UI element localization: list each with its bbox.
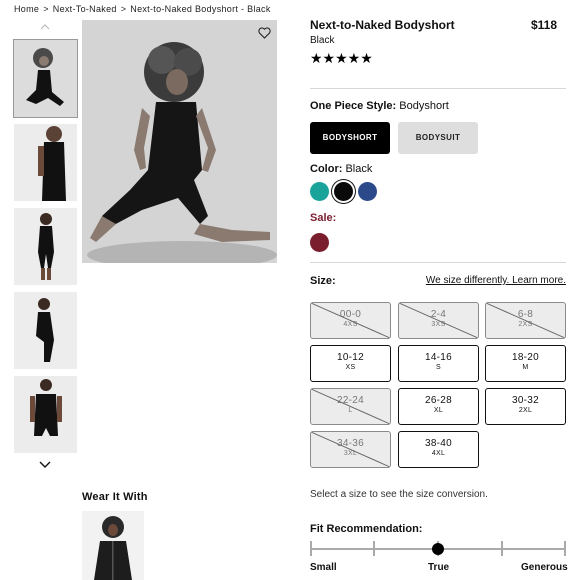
strikethrough-line <box>311 432 390 467</box>
color-value: Black <box>345 163 373 175</box>
thumbnail-1[interactable] <box>13 39 78 118</box>
size-option-number: 14-16 <box>424 352 453 363</box>
sale-label: Sale: <box>310 212 337 224</box>
size-conversion-hint: Select a size to see the size conversion… <box>310 489 488 500</box>
color-swatch-sale-burgundy[interactable] <box>310 233 329 252</box>
fit-scale-tick <box>501 541 503 556</box>
size-option-4xl[interactable]: 38-40 4XL <box>398 431 479 468</box>
breadcrumb-current: Next-to-Naked Bodyshort - Black <box>130 4 271 14</box>
strikethrough-line <box>399 303 478 338</box>
size-guide-link[interactable]: We size differently. Learn more. <box>426 275 566 286</box>
size-option-2xs[interactable]: 6-8 2XS <box>485 302 566 339</box>
style-option-bodysuit[interactable]: BODYSUIT <box>398 122 478 154</box>
size-option-3xs[interactable]: 2-4 3XS <box>398 302 479 339</box>
style-value: Bodyshort <box>399 100 449 112</box>
size-option-code: XS <box>345 364 356 371</box>
color-swatch-teal[interactable] <box>310 182 329 201</box>
style-label: One Piece Style: <box>310 100 397 112</box>
wear-it-with-product-image[interactable] <box>82 511 144 580</box>
size-option-code: 2XL <box>518 407 533 414</box>
thumbnail-3[interactable] <box>14 208 77 285</box>
size-option-code: XL <box>433 407 444 414</box>
fit-label-small: Small <box>310 562 337 573</box>
size-label: Size: <box>310 275 336 287</box>
size-option-number: 10-12 <box>336 352 365 363</box>
fit-recommendation-label: Fit Recommendation: <box>310 523 423 535</box>
breadcrumb: Home > Next-To-Naked > Next-to-Naked Bodysho… <box>14 4 271 14</box>
strikethrough-line <box>311 389 390 424</box>
size-option-l[interactable]: 22-24 L <box>310 388 391 425</box>
size-option-number: 26-28 <box>424 395 453 406</box>
breadcrumb-separator: > <box>43 4 49 14</box>
size-option-code: 4XL <box>431 450 446 457</box>
size-option-2xl[interactable]: 30-32 2XL <box>485 388 566 425</box>
size-option-number: 18-20 <box>511 352 540 363</box>
product-title: Next-to-Naked Bodyshort <box>310 18 455 32</box>
color-label: Color: <box>310 163 343 175</box>
size-option-code: S <box>436 364 441 371</box>
wear-it-with-title: Wear It With <box>82 491 148 503</box>
color-swatch-black[interactable] <box>334 182 353 201</box>
fit-scale-tick <box>373 541 375 556</box>
divider <box>310 262 566 263</box>
size-option-3xl[interactable]: 34-36 3XL <box>310 431 391 468</box>
style-label-row: One Piece Style: Bodyshort <box>310 100 449 112</box>
size-option-number: 38-40 <box>424 438 453 449</box>
size-option-m[interactable]: 18-20 M <box>485 345 566 382</box>
breadcrumb-separator: > <box>120 4 127 14</box>
thumbnail-4[interactable] <box>14 292 77 369</box>
color-swatch-navy[interactable] <box>358 182 377 201</box>
fit-scale-tick <box>564 541 566 556</box>
strikethrough-line <box>311 303 390 338</box>
fit-label-true: True <box>428 562 450 573</box>
size-option-s[interactable]: 14-16 S <box>398 345 479 382</box>
size-option-xl[interactable]: 26-28 XL <box>398 388 479 425</box>
breadcrumb-home[interactable]: Home <box>14 4 39 14</box>
heart-icon[interactable] <box>258 27 271 39</box>
chevron-up-icon[interactable] <box>40 24 50 30</box>
fit-indicator-dot <box>432 543 444 555</box>
size-option-4xs[interactable]: 00-0 4XS <box>310 302 391 339</box>
fit-label-generous: Generous <box>521 562 568 573</box>
thumbnail-2[interactable] <box>14 124 77 201</box>
thumbnail-5[interactable] <box>14 376 77 453</box>
product-hero-image <box>82 20 277 263</box>
style-option-bodyshort[interactable]: BODYSHORT <box>310 122 390 154</box>
product-color-name: Black <box>310 35 335 46</box>
color-label-row: Color: Black <box>310 163 372 175</box>
strikethrough-line <box>486 303 565 338</box>
chevron-down-icon[interactable] <box>39 461 51 469</box>
rating-stars[interactable]: ★★★★★ <box>310 50 373 67</box>
size-option-number: 30-32 <box>511 395 540 406</box>
product-price: $118 <box>530 18 557 32</box>
size-option-xs[interactable]: 10-12 XS <box>310 345 391 382</box>
size-option-code: M <box>522 364 529 371</box>
fit-scale-tick <box>310 541 312 556</box>
breadcrumb-category[interactable]: Next-To-Naked <box>53 4 117 14</box>
thumbnail-rail <box>13 39 78 460</box>
divider <box>310 88 566 89</box>
